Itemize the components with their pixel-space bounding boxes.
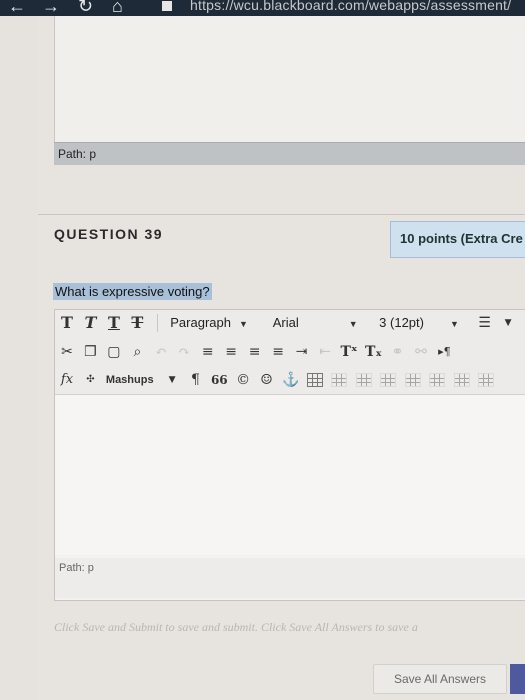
chevron-down-icon[interactable]: ▼ xyxy=(164,370,180,390)
table-icon[interactable] xyxy=(306,373,323,387)
outdent-icon[interactable]: ⇤ xyxy=(317,342,333,362)
indent-icon[interactable]: ⇥ xyxy=(294,342,310,362)
reload-icon[interactable]: ↻ xyxy=(78,0,93,16)
table-insert-col-icon[interactable] xyxy=(429,373,446,387)
redo-icon[interactable]: ↷ xyxy=(176,342,192,362)
back-icon[interactable]: ← xyxy=(8,0,26,16)
mashups-menu[interactable]: Mashups xyxy=(106,374,154,386)
toolbar-row-3: fx ✣ Mashups ▼ ¶ 66 © ☺ ⚓ xyxy=(59,370,498,392)
editor-text-area[interactable] xyxy=(55,395,525,555)
editor-path-bar: Path: p xyxy=(55,558,525,598)
copyright-icon[interactable]: © xyxy=(235,370,251,390)
question-divider xyxy=(38,214,525,215)
assessment-page: Path: p QUESTION 39 10 points (Extra Cre… xyxy=(0,16,525,700)
editor-toolbar: T T T T Paragraph ▼ Arial ▼ 3 (12pt) ▼ ☰ ▼ … xyxy=(55,310,525,395)
copy-icon[interactable]: ❐ xyxy=(82,342,98,362)
table-insert-row-icon[interactable] xyxy=(380,373,397,387)
browser-toolbar: ← → ↻ ⌂ https://wcu.blackboard.com/webap… xyxy=(0,0,525,16)
save-and-submit-button[interactable] xyxy=(510,664,525,694)
align-center-icon[interactable]: ≡ xyxy=(223,342,239,362)
find-icon[interactable]: ⌕ xyxy=(129,342,145,362)
table-delete-col-icon[interactable] xyxy=(453,373,470,387)
submit-instructions: Click Save and Submit to save and submit… xyxy=(54,620,418,634)
toolbar-row-1: T T T T Paragraph ▼ Arial ▼ 3 (12pt) ▼ ☰ ▼ xyxy=(59,313,519,335)
align-right-icon[interactable]: ≡ xyxy=(247,342,263,362)
lock-icon xyxy=(162,1,172,11)
bullet-list-icon[interactable]: ☰ xyxy=(477,313,493,333)
toolbar-row-2: ✂ ❐ ▢ ⌕ ↶ ↷ ≡ ≡ ≡ ≡ ⇥ ⇤ Tˣ Tₓ ⚭ ⚯ ▸¶ xyxy=(59,342,455,364)
table-merge-icon[interactable] xyxy=(478,373,495,387)
paragraph-icon[interactable]: ¶ xyxy=(188,370,204,390)
format-select[interactable]: Paragraph ▼ xyxy=(166,313,260,333)
cut-icon[interactable]: ✂ xyxy=(59,342,75,362)
forward-icon[interactable]: → xyxy=(42,0,60,16)
blockquote-icon[interactable]: 66 xyxy=(211,370,228,390)
paste-icon[interactable]: ▢ xyxy=(106,342,122,362)
ltr-icon[interactable]: ▸¶ xyxy=(436,342,452,362)
save-all-answers-button[interactable]: Save All Answers xyxy=(373,664,507,694)
editor-path-label: Path: p xyxy=(59,562,94,574)
chevron-down-icon: ▼ xyxy=(449,319,459,329)
font-select[interactable]: Arial ▼ xyxy=(269,313,367,333)
toolbar-separator xyxy=(156,314,158,332)
emoticon-icon[interactable]: ☺ xyxy=(259,370,275,390)
home-icon[interactable]: ⌂ xyxy=(112,0,123,16)
undo-icon[interactable]: ↶ xyxy=(153,342,169,362)
mashups-icon: ✣ xyxy=(86,374,95,385)
answer-editor[interactable]: T T T T Paragraph ▼ Arial ▼ 3 (12pt) ▼ ☰ ▼ … xyxy=(54,309,525,601)
superscript-icon[interactable]: Tˣ xyxy=(340,342,357,362)
points-badge: 10 points (Extra Cre xyxy=(390,221,525,258)
size-select[interactable]: 3 (12pt) ▼ xyxy=(375,313,468,333)
link-icon[interactable]: ⚭ xyxy=(390,342,406,362)
question-title: QUESTION 39 xyxy=(54,226,164,242)
unlink-icon[interactable]: ⚯ xyxy=(413,342,429,362)
question-prompt: What is expressive voting? xyxy=(53,283,212,300)
align-justify-icon[interactable]: ≡ xyxy=(270,342,286,362)
table-delete-row-icon[interactable] xyxy=(404,373,421,387)
formula-icon[interactable]: fx xyxy=(59,370,75,390)
chevron-down-icon[interactable]: ▼ xyxy=(500,313,516,333)
left-margin xyxy=(0,16,38,700)
points-label: 10 points (Extra Cre xyxy=(400,231,523,246)
underline-button[interactable]: T xyxy=(106,313,122,333)
italic-button[interactable]: T xyxy=(82,313,98,333)
address-bar[interactable]: https://wcu.blackboard.com/webapps/asses… xyxy=(190,0,511,13)
table-cell-icon[interactable] xyxy=(355,373,372,387)
chevron-down-icon: ▼ xyxy=(238,319,248,329)
align-left-icon[interactable]: ≡ xyxy=(200,342,216,362)
previous-editor-path-bar: Path: p xyxy=(54,142,525,165)
previous-path-label: Path: p xyxy=(58,147,97,161)
anchor-icon[interactable]: ⚓ xyxy=(282,370,299,390)
bold-button[interactable]: T xyxy=(59,313,75,333)
strikethrough-button[interactable]: T xyxy=(129,313,145,333)
table-row-icon[interactable] xyxy=(331,373,348,387)
subscript-icon[interactable]: Tₓ xyxy=(365,342,382,362)
chevron-down-icon: ▼ xyxy=(348,319,358,329)
